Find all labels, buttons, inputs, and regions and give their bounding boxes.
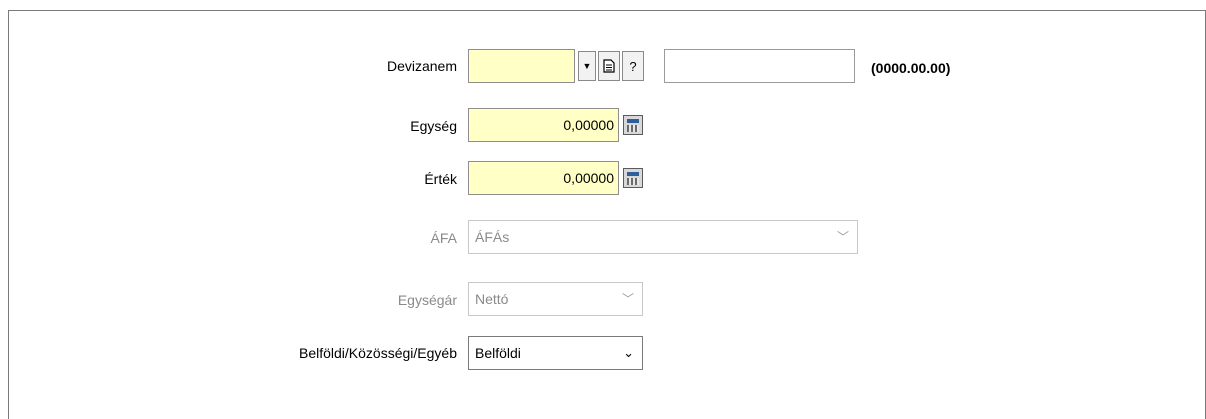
calculator-screen bbox=[627, 119, 639, 123]
help-label: ? bbox=[629, 58, 637, 74]
devizanem-label: Devizanem bbox=[386, 58, 457, 74]
ertek-input[interactable]: 0,00000 bbox=[468, 161, 619, 195]
date-format-hint: (0000.00.00) bbox=[871, 60, 951, 76]
egyseg-input[interactable]: 0,00000 bbox=[468, 108, 619, 142]
belfoldi-select[interactable]: Belföldi ⌄ bbox=[468, 336, 643, 370]
egysegar-selected-value: Nettó bbox=[475, 291, 509, 307]
devizanem-date-input[interactable] bbox=[664, 49, 855, 83]
chevron-down-icon: ﹀ bbox=[621, 292, 634, 306]
egyseg-label: Egység bbox=[410, 118, 457, 134]
chevron-down-icon: ⌄ bbox=[623, 345, 634, 360]
egysegar-label: Egységár bbox=[397, 292, 457, 308]
calculator-keys bbox=[627, 178, 639, 185]
calculator-icon[interactable] bbox=[623, 168, 643, 188]
egysegar-select[interactable]: Nettó ﹀ bbox=[468, 282, 643, 316]
calculator-keys bbox=[627, 125, 639, 132]
devizanem-dropdown-button[interactable]: ▼ bbox=[578, 51, 596, 81]
afa-label: ÁFA bbox=[430, 230, 457, 246]
calculator-icon[interactable] bbox=[623, 115, 643, 135]
afa-selected-value: ÁFÁs bbox=[475, 229, 510, 245]
chevron-down-icon: ﹀ bbox=[836, 230, 849, 244]
devizanem-lookup-button[interactable] bbox=[598, 51, 620, 81]
belfoldi-label: Belföldi/Közösségi/Egyéb bbox=[299, 345, 457, 361]
caret-down-icon: ▼ bbox=[582, 61, 592, 71]
document-icon bbox=[603, 59, 615, 73]
belfoldi-selected-value: Belföldi bbox=[475, 345, 521, 361]
ertek-label: Érték bbox=[424, 171, 457, 187]
devizanem-input[interactable] bbox=[468, 49, 575, 83]
devizanem-help-button[interactable]: ? bbox=[622, 51, 644, 81]
calculator-screen bbox=[627, 172, 639, 176]
afa-select[interactable]: ÁFÁs ﹀ bbox=[468, 220, 858, 254]
